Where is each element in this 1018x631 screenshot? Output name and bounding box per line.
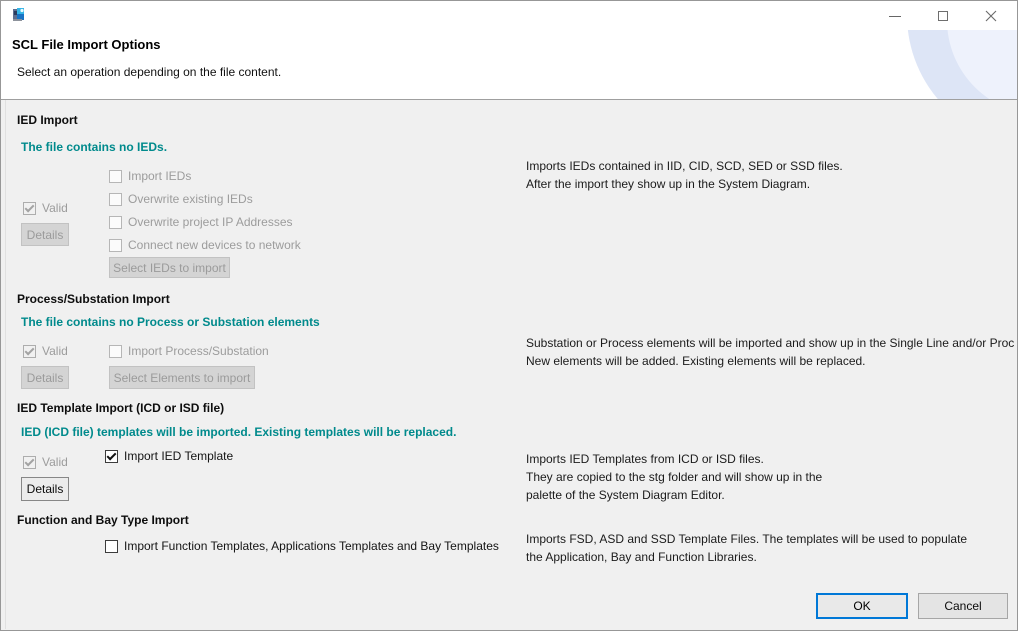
function-import-description: Imports FSD, ASD and SSD Template Files.…	[526, 530, 967, 566]
maximize-button[interactable]	[926, 2, 960, 30]
minimize-icon	[889, 16, 901, 17]
import-function-templates-checkbox[interactable]	[105, 540, 118, 553]
function-import-title: Function and Bay Type Import	[17, 513, 189, 527]
process-valid-row: Valid	[23, 344, 68, 358]
import-process-row: Import Process/Substation	[109, 344, 269, 358]
overwrite-ieds-checkbox	[109, 193, 122, 206]
import-ieds-checkbox	[109, 170, 122, 183]
connect-devices-label: Connect new devices to network	[128, 238, 301, 252]
ied-valid-label: Valid	[42, 201, 68, 215]
import-function-templates-row: Import Function Templates, Applications …	[105, 539, 499, 553]
import-ieds-row: Import IEDs	[109, 169, 191, 183]
import-process-label: Import Process/Substation	[128, 344, 269, 358]
process-valid-label: Valid	[42, 344, 68, 358]
process-import-description: Substation or Process elements will be i…	[526, 334, 1014, 370]
ied-valid-checkbox	[23, 202, 36, 215]
overwrite-ip-label: Overwrite project IP Addresses	[128, 215, 293, 229]
ied-import-status: The file contains no IEDs.	[21, 140, 167, 154]
connect-devices-checkbox	[109, 239, 122, 252]
template-import-title: IED Template Import (ICD or ISD file)	[17, 401, 224, 415]
cancel-button[interactable]: Cancel	[918, 593, 1008, 619]
template-details-button[interactable]: Details	[21, 477, 69, 501]
header-curve-decoration	[717, 30, 1017, 99]
overwrite-ieds-row: Overwrite existing IEDs	[109, 192, 253, 206]
select-elements-button: Select Elements to import	[109, 366, 255, 389]
template-import-status: IED (ICD file) templates will be importe…	[21, 425, 456, 439]
ied-import-title: IED Import	[17, 113, 78, 127]
maximize-icon	[938, 11, 948, 21]
process-import-title: Process/Substation Import	[17, 292, 170, 306]
import-template-row: Import IED Template	[105, 449, 233, 463]
import-template-checkbox[interactable]	[105, 450, 118, 463]
overwrite-ieds-label: Overwrite existing IEDs	[128, 192, 253, 206]
close-icon	[985, 10, 997, 22]
import-function-templates-label: Import Function Templates, Applications …	[124, 539, 499, 553]
close-button[interactable]	[974, 2, 1008, 30]
scl-import-dialog: SCL File Import Options Select an operat…	[0, 0, 1018, 631]
ok-button[interactable]: OK	[816, 593, 908, 619]
page-title: SCL File Import Options	[12, 37, 161, 52]
template-valid-checkbox	[23, 456, 36, 469]
titlebar	[1, 1, 1017, 31]
ied-valid-row: Valid	[23, 201, 68, 215]
left-divider	[5, 100, 6, 629]
process-import-status: The file contains no Process or Substati…	[21, 315, 320, 329]
overwrite-ip-checkbox	[109, 216, 122, 229]
process-details-button: Details	[21, 366, 69, 389]
connect-devices-row: Connect new devices to network	[109, 238, 301, 252]
app-icon	[11, 7, 27, 23]
template-valid-row: Valid	[23, 455, 68, 469]
import-process-checkbox	[109, 345, 122, 358]
ied-details-button: Details	[21, 223, 69, 246]
overwrite-ip-row: Overwrite project IP Addresses	[109, 215, 293, 229]
import-template-label: Import IED Template	[124, 449, 233, 463]
template-valid-label: Valid	[42, 455, 68, 469]
page-subtitle: Select an operation depending on the fil…	[17, 65, 281, 79]
import-ieds-label: Import IEDs	[128, 169, 191, 183]
process-valid-checkbox	[23, 345, 36, 358]
minimize-button[interactable]	[878, 2, 912, 30]
ied-import-description: Imports IEDs contained in IID, CID, SCD,…	[526, 157, 843, 193]
template-import-description: Imports IED Templates from ICD or ISD fi…	[526, 450, 822, 504]
select-ieds-button: Select IEDs to import	[109, 257, 230, 278]
